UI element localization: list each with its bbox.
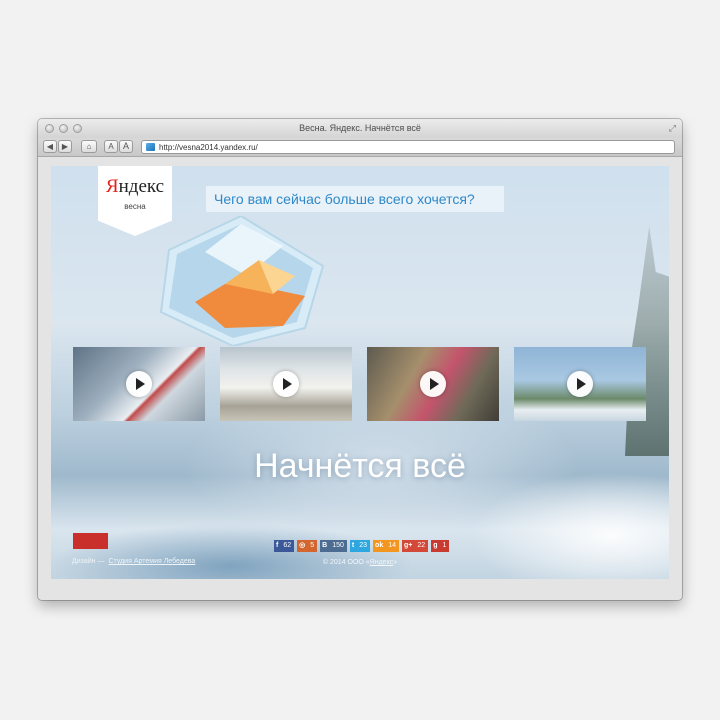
share-mail-button[interactable]: ◎ 5 [297, 540, 318, 552]
forest-background [625, 226, 669, 456]
mail-icon: ◎ [299, 542, 306, 549]
share-vk-button[interactable]: B 150 [320, 540, 347, 552]
share-count: 150 [332, 542, 344, 549]
share-count: 5 [310, 542, 315, 549]
home-icon: ⌂ [86, 142, 92, 151]
art-lebedev-logo[interactable] [73, 533, 108, 549]
ice-cube-illustration [159, 216, 325, 346]
share-count: 22 [417, 542, 426, 549]
play-icon[interactable] [567, 371, 593, 397]
logo-subtitle: весна [124, 202, 146, 211]
play-icon[interactable] [420, 371, 446, 397]
share-twitter-button[interactable]: t 23 [349, 540, 371, 552]
video-thumbnail-2[interactable] [220, 347, 352, 421]
video-thumbnail-1[interactable] [73, 347, 205, 421]
play-icon[interactable] [126, 371, 152, 397]
back-button[interactable]: ◀ [43, 140, 57, 153]
social-share-bar: f 62 ◎ 5 B 150 t 23 ok 14 g+ 22 g1 [274, 540, 450, 552]
video-strip [51, 347, 669, 421]
home-button[interactable]: ⌂ [81, 140, 97, 153]
question-banner: Чего вам сейчас больше всего хочется? [206, 186, 504, 212]
forward-arrow-icon: ▶ [61, 142, 69, 151]
copyright-end: » [393, 559, 398, 566]
logo-wordmark: Яндекс [105, 176, 165, 197]
share-count: 1 [442, 542, 447, 549]
copyright: © 2014 ООО «Яндекс» [51, 559, 669, 566]
text-smaller-button[interactable]: A [104, 140, 118, 153]
headline: Начнётся всё [254, 447, 466, 485]
share-google-plus-button[interactable]: g+ 22 [402, 540, 429, 552]
browser-toolbar: ◀ ▶ ⌂ A A http://vesna2014.yandex.ru/ [38, 138, 682, 157]
back-arrow-icon: ◀ [46, 142, 54, 151]
url-text: http://vesna2014.yandex.ru/ [159, 143, 258, 152]
window-title: Весна. Яндекс. Начнётся всё [299, 123, 421, 133]
fullscreen-icon[interactable]: ⤢ [669, 123, 676, 134]
yandex-link[interactable]: Яндекс [370, 559, 394, 566]
yandex-favicon-icon [146, 143, 155, 151]
copyright-text: © 2014 ООО « [322, 559, 370, 566]
forward-button[interactable]: ▶ [58, 140, 72, 153]
text-smaller-icon: A [108, 142, 114, 151]
video-thumbnail-4[interactable] [514, 347, 646, 421]
share-google-button[interactable]: g1 [431, 540, 450, 552]
share-count: 23 [359, 542, 368, 549]
share-odnoklassniki-button[interactable]: ok 14 [373, 540, 400, 552]
text-larger-icon: A [122, 141, 129, 151]
text-larger-button[interactable]: A [119, 140, 133, 153]
share-count: 62 [283, 542, 292, 549]
google-plus-icon: g+ [404, 542, 413, 549]
title-bar: Весна. Яндекс. Начнётся всё ⤢ [38, 119, 682, 138]
google-icon: g [433, 542, 438, 549]
vk-icon: B [322, 542, 328, 549]
odnoklassniki-icon: ok [375, 542, 384, 549]
play-icon[interactable] [273, 371, 299, 397]
share-facebook-button[interactable]: f 62 [274, 540, 295, 552]
page-content: Яндекс весна Чего вам сейчас больше всег… [51, 166, 669, 579]
video-thumbnail-3[interactable] [367, 347, 499, 421]
share-count: 14 [388, 542, 397, 549]
browser-window: Весна. Яндекс. Начнётся всё ⤢ ◀ ▶ ⌂ A A … [38, 119, 682, 600]
address-bar[interactable]: http://vesna2014.yandex.ru/ [141, 140, 675, 154]
